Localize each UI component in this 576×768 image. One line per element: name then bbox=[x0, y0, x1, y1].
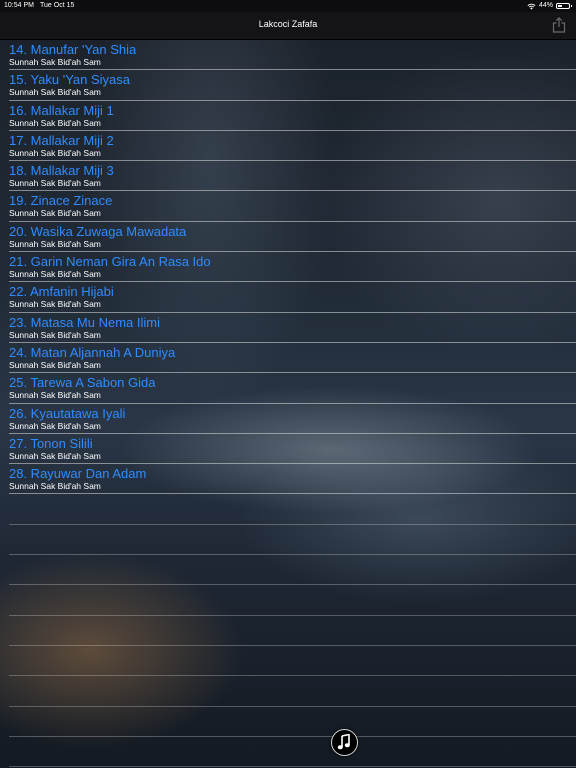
list-item-subtitle: Sunnah Sak Bid'ah Sam bbox=[9, 147, 101, 158]
list-item[interactable]: 28. Rayuwar Dan Adam Sunnah Sak Bid'ah Sa… bbox=[9, 464, 576, 495]
list-item-title: 27. Tonon Silili bbox=[9, 435, 93, 451]
list-item-subtitle: Sunnah Sak Bid'ah Sam bbox=[9, 299, 101, 310]
list-item-subtitle: Sunnah Sak Bid'ah Sam bbox=[9, 481, 101, 492]
status-date: Tue Oct 15 bbox=[40, 2, 75, 9]
list-item-title: 28. Rayuwar Dan Adam bbox=[9, 466, 147, 482]
empty-table-row bbox=[9, 737, 576, 768]
battery-percent: 44% bbox=[538, 2, 553, 9]
music-note-icon bbox=[337, 734, 350, 750]
list-item-subtitle: Sunnah Sak Bid'ah Sam bbox=[9, 420, 101, 431]
list-item[interactable]: 22. Amfanin Hijabi Sunnah Sak Bid'ah Sam bbox=[9, 282, 576, 313]
status-time: 10:54 PM bbox=[4, 2, 34, 9]
list-item[interactable]: 21. Garin Neman Gira An Rasa Ido Sunnah S… bbox=[9, 252, 576, 283]
list-item-subtitle: Sunnah Sak Bid'ah Sam bbox=[9, 178, 101, 189]
list-item-title: 17. Mallakar Miji 2 bbox=[9, 132, 114, 148]
list-item[interactable]: 25. Tarewa A Sabon Gida Sunnah Sak Bid'ah… bbox=[9, 373, 576, 404]
app-screen: 10:54 PM Tue Oct 15 44% Lakcoci Zafafa 1… bbox=[0, 0, 576, 768]
empty-table-row bbox=[9, 707, 576, 737]
empty-table-row bbox=[9, 525, 576, 556]
list-item-subtitle: Sunnah Sak Bid'ah Sam bbox=[9, 329, 101, 340]
list-item-title: 14. Manufar 'Yan Shia bbox=[9, 42, 137, 57]
list-item[interactable]: 27. Tonon Silili Sunnah Sak Bid'ah Sam bbox=[9, 434, 576, 465]
empty-table-row bbox=[9, 494, 576, 525]
list-item-subtitle: Sunnah Sak Bid'ah Sam bbox=[9, 117, 101, 128]
list-item-subtitle: Sunnah Sak Bid'ah Sam bbox=[9, 390, 101, 401]
list-item[interactable]: 20. Wasika Zuwaga Mawadata Sunnah Sak Bid… bbox=[9, 222, 576, 253]
music-player-button[interactable] bbox=[331, 729, 358, 756]
status-bar: 10:54 PM Tue Oct 15 44% bbox=[0, 0, 576, 12]
navigation-bar: Lakcoci Zafafa bbox=[0, 12, 576, 40]
list-item-title: 15. Yaku 'Yan Siyasa bbox=[9, 72, 131, 88]
list-item[interactable]: 24. Matan Aljannah A Duniya Sunnah Sak Bi… bbox=[9, 343, 576, 374]
list-item[interactable]: 15. Yaku 'Yan Siyasa Sunnah Sak Bid'ah Sa… bbox=[9, 70, 576, 101]
empty-table-row bbox=[9, 676, 576, 707]
list-item-title: 26. Kyautatawa Iyali bbox=[9, 405, 126, 421]
empty-table-row bbox=[9, 616, 576, 646]
list-item-subtitle: Sunnah Sak Bid'ah Sam bbox=[9, 57, 101, 67]
empty-table-row bbox=[9, 585, 576, 616]
episode-list: 14. Manufar 'Yan Shia Sunnah Sak Bid'ah S… bbox=[0, 40, 576, 768]
list-item-title: 16. Mallakar Miji 1 bbox=[9, 102, 114, 118]
list-item-title: 20. Wasika Zuwaga Mawadata bbox=[9, 223, 187, 239]
status-indicators: 44% bbox=[527, 0, 572, 12]
share-icon[interactable] bbox=[552, 17, 566, 33]
wifi-icon bbox=[527, 3, 536, 10]
list-item-title: 18. Mallakar Miji 3 bbox=[9, 163, 114, 179]
list-item[interactable]: 23. Matasa Mu Nema Ilimi Sunnah Sak Bid'a… bbox=[9, 313, 576, 343]
empty-table-row bbox=[9, 555, 576, 586]
list-item-title: 25. Tarewa A Sabon Gida bbox=[9, 375, 156, 391]
page-title: Lakcoci Zafafa bbox=[258, 19, 318, 29]
list-item-title: 19. Zinace Zinace bbox=[9, 193, 113, 209]
list-item[interactable]: 19. Zinace Zinace Sunnah Sak Bid'ah Sam bbox=[9, 191, 576, 222]
list-item-subtitle: Sunnah Sak Bid'ah Sam bbox=[9, 359, 101, 370]
battery-icon bbox=[556, 3, 572, 9]
list-item-subtitle: Sunnah Sak Bid'ah Sam bbox=[9, 238, 101, 249]
list-item[interactable]: 14. Manufar 'Yan Shia Sunnah Sak Bid'ah S… bbox=[9, 40, 576, 71]
list-item-title: 23. Matasa Mu Nema Ilimi bbox=[9, 314, 160, 330]
list-item-title: 21. Garin Neman Gira An Rasa Ido bbox=[9, 254, 211, 270]
battery-level bbox=[558, 5, 562, 7]
list-item-subtitle: Sunnah Sak Bid'ah Sam bbox=[9, 269, 101, 280]
list-item-title: 24. Matan Aljannah A Duniya bbox=[9, 344, 176, 360]
list-item[interactable]: 16. Mallakar Miji 1 Sunnah Sak Bid'ah Sam bbox=[9, 101, 576, 131]
list-item-subtitle: Sunnah Sak Bid'ah Sam bbox=[9, 87, 101, 98]
list-item[interactable]: 18. Mallakar Miji 3 Sunnah Sak Bid'ah Sam bbox=[9, 161, 576, 192]
list-item-subtitle: Sunnah Sak Bid'ah Sam bbox=[9, 208, 101, 219]
list-item-title: 22. Amfanin Hijabi bbox=[9, 284, 114, 300]
empty-table-row bbox=[9, 646, 576, 677]
list-item-subtitle: Sunnah Sak Bid'ah Sam bbox=[9, 450, 101, 461]
list-item[interactable]: 17. Mallakar Miji 2 Sunnah Sak Bid'ah Sam bbox=[9, 131, 576, 162]
list-item[interactable]: 26. Kyautatawa Iyali Sunnah Sak Bid'ah Sa… bbox=[9, 404, 576, 434]
